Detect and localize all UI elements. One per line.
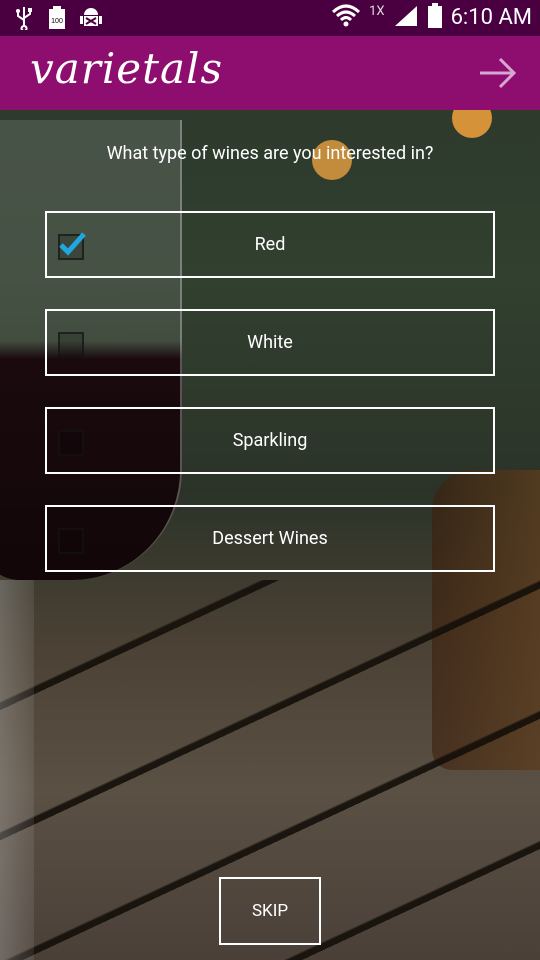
option-label: Dessert Wines <box>212 528 328 549</box>
prompt-text: What type of wines are you interested in… <box>106 143 434 164</box>
app-logo: varietals <box>30 44 224 93</box>
bokeh-light <box>452 110 492 138</box>
option-label: Red <box>254 234 286 255</box>
option-dessert-wines[interactable]: Dessert Wines <box>45 505 495 572</box>
skip-button[interactable]: SKIP <box>219 877 321 945</box>
option-sparkling[interactable]: Sparkling <box>45 407 495 474</box>
network-type-label: 1X <box>369 3 385 19</box>
clock: 6:10 AM <box>450 5 532 30</box>
wifi-icon <box>331 3 361 33</box>
usb-icon <box>14 6 34 34</box>
option-white[interactable]: White <box>45 309 495 376</box>
battery-icon <box>427 3 443 33</box>
signal-icon <box>393 4 419 32</box>
option-red[interactable]: Red <box>45 211 495 278</box>
android-debug-icon <box>80 6 102 34</box>
wine-glass-stem <box>0 580 34 960</box>
arrow-right-icon[interactable] <box>478 56 518 90</box>
status-bar: 100 1X 6:10 AM <box>0 0 540 36</box>
app-bar: varietals <box>0 36 540 110</box>
option-label: White <box>247 332 293 353</box>
option-label: Sparkling <box>232 430 308 451</box>
battery-full-icon: 100 <box>48 6 66 34</box>
battery-level-text: 100 <box>51 18 63 25</box>
